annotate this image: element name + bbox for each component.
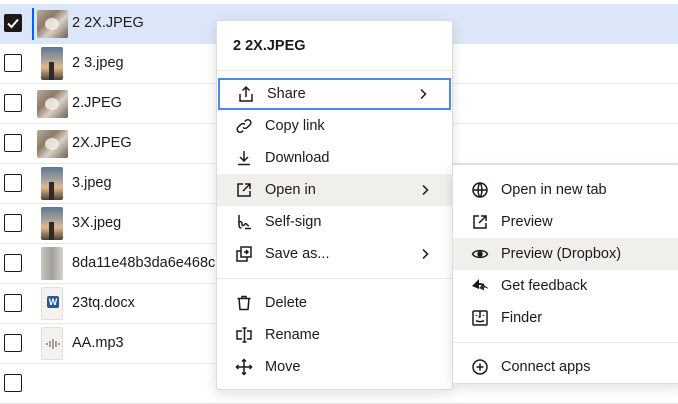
menu-item-label: Open in new tab	[501, 182, 607, 198]
file-name[interactable]: 23tq.docx	[72, 295, 135, 311]
menu-item-open-in[interactable]: Open in	[217, 174, 452, 206]
signature-icon	[235, 213, 253, 231]
download-icon	[235, 149, 253, 167]
image-thumbnail	[37, 90, 68, 118]
menu-item-copy-link[interactable]: Copy link	[217, 110, 452, 142]
share-icon	[237, 85, 255, 103]
rename-icon	[235, 326, 253, 344]
feedback-icon	[471, 277, 489, 295]
chevron-right-icon	[416, 87, 430, 101]
divider	[217, 278, 452, 279]
file-name[interactable]: 3X.jpeg	[72, 215, 121, 231]
image-thumbnail	[41, 47, 63, 80]
menu-item-label: Preview	[501, 214, 553, 230]
menu-item-label: Preview (Dropbox)	[501, 246, 622, 262]
menu-item-save-as[interactable]: Save as...	[217, 238, 452, 270]
image-thumbnail	[41, 247, 63, 280]
menu-item-label: Rename	[265, 327, 320, 343]
menu-item-self-sign[interactable]: Self-sign	[217, 206, 452, 238]
menu-item-delete[interactable]: Delete	[217, 287, 452, 319]
divider	[453, 342, 678, 343]
menu-item-label: Download	[265, 150, 330, 166]
image-thumbnail	[41, 167, 63, 200]
submenu-item-get-feedback[interactable]: Get feedback	[453, 270, 678, 302]
row-checkbox[interactable]	[4, 14, 22, 32]
menu-item-label: Move	[265, 359, 301, 375]
row-checkbox[interactable]	[4, 334, 22, 352]
file-name[interactable]: 3.jpeg	[72, 175, 112, 191]
row-checkbox[interactable]	[4, 294, 22, 312]
open-in-submenu: Open in new tab Preview Preview (Dropbox…	[452, 164, 678, 384]
plus-circle-icon	[471, 358, 489, 376]
file-name[interactable]: 2 2X.JPEG	[72, 15, 144, 31]
menu-item-label: Delete	[265, 295, 307, 311]
menu-item-label: Self-sign	[265, 214, 322, 230]
chevron-right-icon	[418, 247, 432, 261]
row-checkbox[interactable]	[4, 54, 22, 72]
image-thumbnail	[37, 130, 68, 158]
menu-item-label: Connect apps	[501, 359, 591, 375]
divider	[217, 70, 452, 71]
menu-item-label: Copy link	[265, 118, 325, 134]
menu-item-label: Save as...	[265, 246, 330, 262]
save-as-icon	[235, 245, 253, 263]
trash-icon	[235, 294, 253, 312]
menu-item-move[interactable]: Move	[217, 351, 452, 383]
row-checkbox[interactable]	[4, 94, 22, 112]
file-name[interactable]: 2 3.jpeg	[72, 55, 124, 71]
file-name[interactable]: 2X.JPEG	[72, 135, 132, 151]
link-icon	[235, 117, 253, 135]
image-thumbnail	[41, 207, 63, 240]
image-thumbnail	[37, 10, 68, 38]
file-name[interactable]: 8da11e48b3da6e468c	[72, 255, 215, 271]
finder-icon	[471, 309, 489, 327]
menu-item-download[interactable]: Download	[217, 142, 452, 174]
audio-file-icon	[41, 327, 63, 360]
file-name[interactable]: AA.mp3	[72, 335, 124, 351]
open-external-icon	[235, 181, 253, 199]
submenu-item-preview-dropbox[interactable]: Preview (Dropbox)	[453, 238, 678, 270]
selection-indicator	[32, 8, 34, 40]
word-doc-icon: W	[41, 287, 63, 320]
open-external-icon	[471, 213, 489, 231]
file-name[interactable]: 2.JPEG	[72, 95, 122, 111]
move-icon	[235, 358, 253, 376]
row-checkbox[interactable]	[4, 214, 22, 232]
eye-icon	[471, 245, 489, 263]
row-checkbox[interactable]	[4, 374, 22, 392]
context-menu-title: 2 2X.JPEG	[233, 38, 306, 54]
menu-item-label: Finder	[501, 310, 543, 326]
context-menu: 2 2X.JPEG Share Copy link Download Open …	[216, 20, 453, 390]
row-checkbox[interactable]	[4, 254, 22, 272]
submenu-item-finder[interactable]: Finder	[453, 302, 678, 334]
row-checkbox[interactable]	[4, 174, 22, 192]
menu-item-share[interactable]: Share	[218, 78, 451, 110]
submenu-item-open-new-tab[interactable]: Open in new tab	[453, 174, 678, 206]
submenu-item-preview[interactable]: Preview	[453, 206, 678, 238]
menu-item-label: Open in	[265, 182, 316, 198]
menu-item-label: Get feedback	[501, 278, 588, 294]
globe-icon	[471, 181, 489, 199]
menu-item-rename[interactable]: Rename	[217, 319, 452, 351]
row-checkbox[interactable]	[4, 134, 22, 152]
submenu-item-connect-apps[interactable]: Connect apps	[453, 351, 678, 383]
chevron-right-icon	[418, 183, 432, 197]
menu-item-label: Share	[267, 86, 306, 102]
